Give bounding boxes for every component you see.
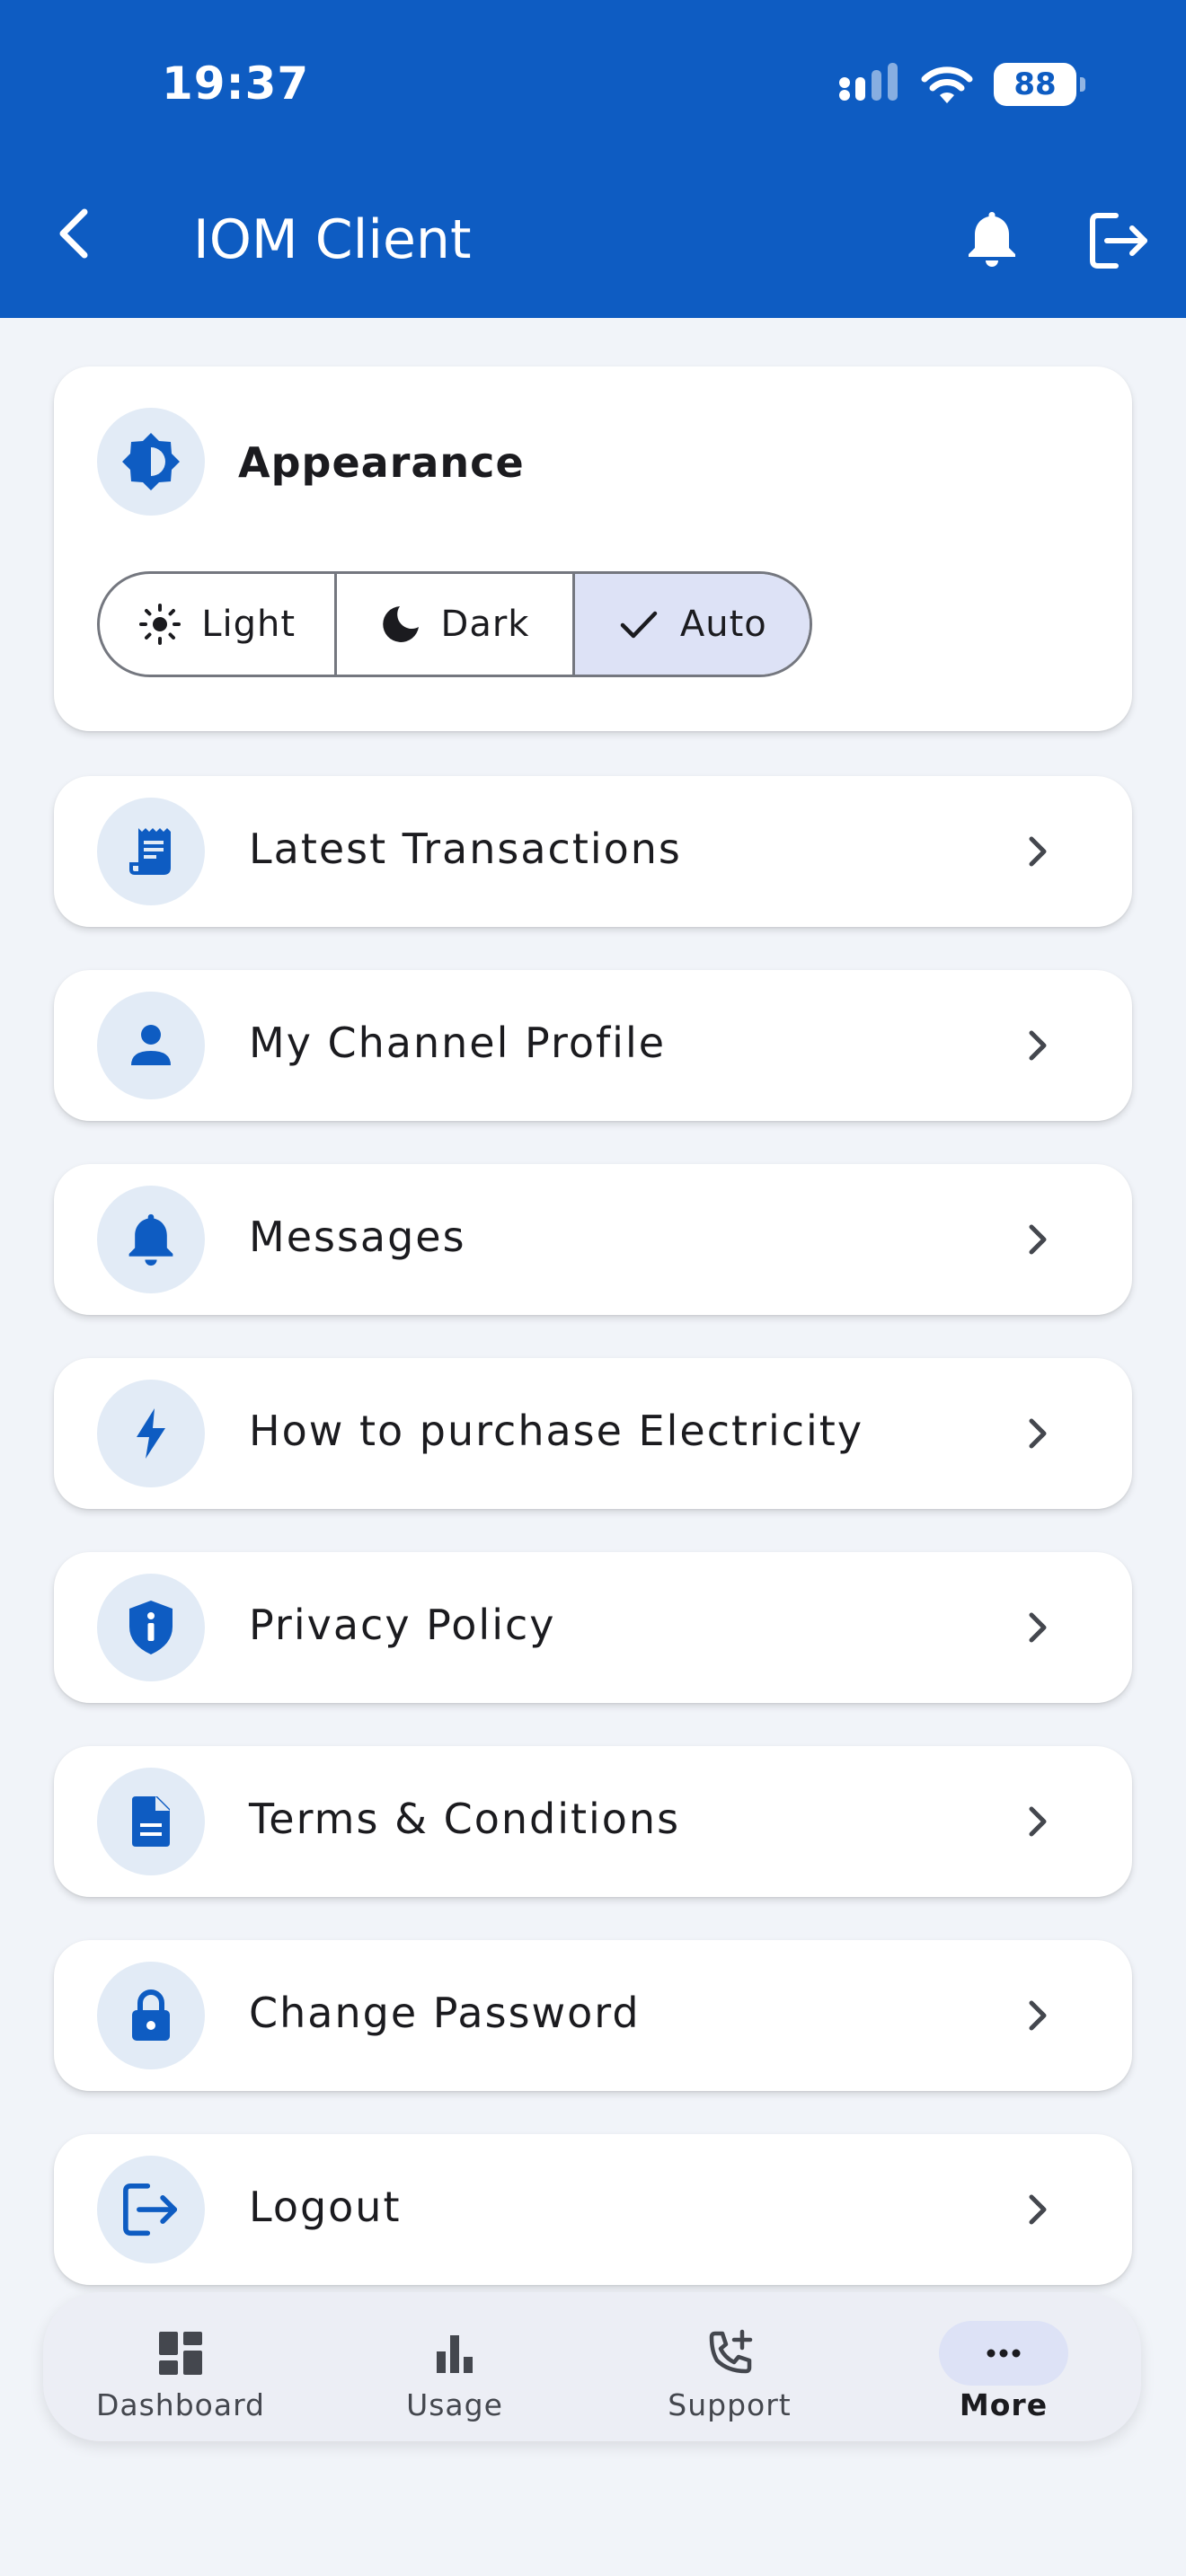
theme-option-dark[interactable]: Dark xyxy=(334,574,571,675)
icon-circle xyxy=(97,2156,205,2263)
document-icon xyxy=(132,1796,170,1847)
lightning-icon xyxy=(137,1408,165,1459)
menu-label: Logout xyxy=(249,2183,402,2231)
signal-icon xyxy=(839,63,898,101)
top-app-bar: 19:37 88 IOM Client xyxy=(0,0,1186,318)
receipt-icon xyxy=(129,828,171,875)
chevron-right-icon xyxy=(1029,1224,1047,1255)
lock-icon xyxy=(132,1989,170,2041)
menu-label: Latest Transactions xyxy=(249,825,682,873)
menu-label: Privacy Policy xyxy=(249,1601,556,1649)
theme-option-auto[interactable]: Auto xyxy=(571,574,810,675)
appearance-icon-circle xyxy=(97,408,205,516)
menu-item-change-password[interactable]: Change Password xyxy=(54,1940,1132,2091)
icon-circle xyxy=(97,798,205,905)
check-icon xyxy=(620,611,658,639)
menu-item-latest-transactions[interactable]: Latest Transactions xyxy=(54,776,1132,927)
logout-icon xyxy=(123,2183,178,2236)
menu-item-logout[interactable]: Logout xyxy=(54,2134,1132,2285)
menu-item-my-channel-profile[interactable]: My Channel Profile xyxy=(54,970,1132,1121)
chevron-right-icon xyxy=(1029,836,1047,867)
brightness-icon xyxy=(122,433,180,490)
menu-item-messages[interactable]: Messages xyxy=(54,1164,1132,1315)
theme-option-auto-label: Auto xyxy=(679,604,767,645)
theme-option-light[interactable]: Light xyxy=(100,574,334,675)
wifi-icon xyxy=(921,66,973,103)
menu-item-terms-and-conditions[interactable]: Terms & Conditions xyxy=(54,1746,1132,1897)
menu-label: Terms & Conditions xyxy=(249,1795,681,1843)
more-icon xyxy=(987,2349,1021,2358)
status-icons: 88 xyxy=(837,63,1085,106)
icon-circle xyxy=(97,1380,205,1487)
person-icon xyxy=(131,1025,171,1065)
chevron-right-icon xyxy=(1029,1030,1047,1061)
logout-icon[interactable] xyxy=(1089,212,1150,269)
shield-info-icon xyxy=(129,1601,173,1654)
nav-label: Usage xyxy=(406,2387,503,2422)
phone-add-icon xyxy=(709,2329,753,2374)
menu-item-how-to-purchase-electricity[interactable]: How to purchase Electricity xyxy=(54,1358,1132,1509)
chevron-right-icon xyxy=(1029,1418,1047,1449)
back-arrow-icon[interactable] xyxy=(49,207,102,260)
moon-icon xyxy=(382,606,419,642)
nav-item-support[interactable]: Support xyxy=(622,2292,837,2441)
theme-option-light-label: Light xyxy=(201,604,296,645)
battery-indicator: 88 xyxy=(994,63,1085,106)
nav-item-usage[interactable]: Usage xyxy=(347,2292,562,2441)
app-title: IOM Client xyxy=(193,208,472,271)
menu-label: My Channel Profile xyxy=(249,1019,667,1067)
chevron-right-icon xyxy=(1029,1806,1047,1837)
menu-label: Change Password xyxy=(249,1989,641,2037)
menu-label: Messages xyxy=(249,1213,466,1261)
icon-circle xyxy=(97,992,205,1099)
chevron-right-icon xyxy=(1029,2000,1047,2031)
theme-option-dark-label: Dark xyxy=(440,604,530,645)
theme-segmented-control: Light Dark Auto xyxy=(97,571,812,677)
bar-chart-icon xyxy=(437,2335,473,2373)
nav-item-more[interactable]: More xyxy=(896,2292,1111,2441)
icon-circle xyxy=(97,1768,205,1875)
menu-item-privacy-policy[interactable]: Privacy Policy xyxy=(54,1552,1132,1703)
nav-label: Dashboard xyxy=(95,2387,266,2422)
nav-item-dashboard[interactable]: Dashboard xyxy=(73,2292,288,2441)
appearance-card: Appearance Light Dark Auto xyxy=(54,366,1132,731)
bottom-navigation: Dashboard Usage Support More xyxy=(43,2292,1141,2441)
appearance-title: Appearance xyxy=(238,438,525,487)
notifications-bell-icon[interactable] xyxy=(963,208,1021,269)
icon-circle xyxy=(97,1574,205,1681)
dashboard-icon xyxy=(159,2332,202,2375)
status-time: 19:37 xyxy=(162,57,310,110)
icon-circle xyxy=(97,1962,205,2069)
nav-label: Support xyxy=(668,2387,792,2422)
nav-label: More xyxy=(959,2387,1049,2422)
icon-circle xyxy=(97,1186,205,1293)
chevron-right-icon xyxy=(1029,1612,1047,1643)
menu-label: How to purchase Electricity xyxy=(249,1407,864,1455)
chevron-right-icon xyxy=(1029,2194,1047,2225)
sun-icon xyxy=(139,604,181,645)
bell-icon xyxy=(128,1213,173,1266)
